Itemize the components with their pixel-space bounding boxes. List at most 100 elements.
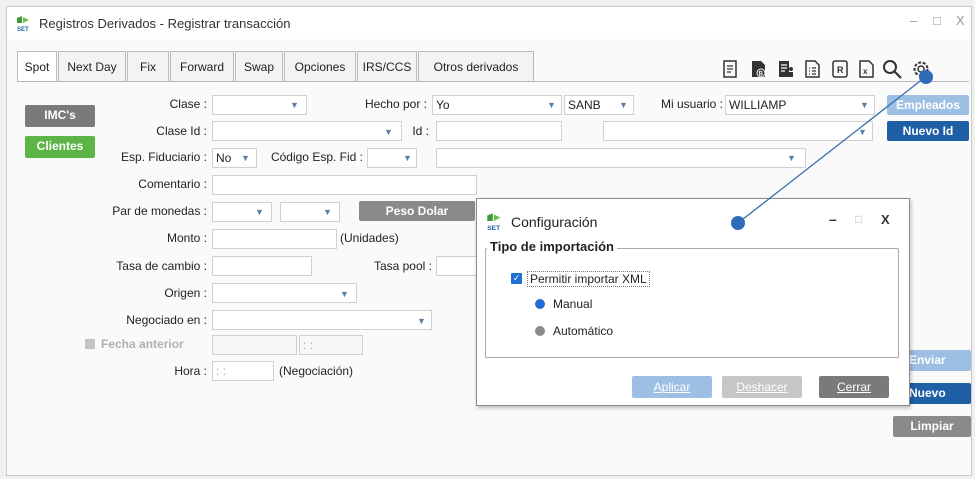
empleados-button[interactable]: Empleados [887, 95, 969, 115]
peso-dolar-button[interactable]: Peso Dolar [359, 201, 475, 221]
id-input[interactable] [436, 121, 562, 141]
group-title: Tipo de importación [487, 239, 617, 254]
aplicar-button[interactable]: Aplicar [632, 376, 712, 398]
nuevo-button[interactable]: Nuevo [905, 383, 971, 404]
fecha-anterior-time-input[interactable]: : : [299, 335, 363, 355]
monto-input[interactable] [212, 229, 337, 249]
tipo-importacion-group [485, 248, 899, 358]
document-edit-icon[interactable] [722, 59, 740, 79]
title-bar: SET Registros Derivados - Registrar tran… [7, 7, 971, 39]
imcs-button[interactable]: IMC's [25, 105, 95, 127]
clase-id-label: Clase Id : [156, 124, 207, 138]
tab-label: Otros derivados [433, 60, 519, 74]
svg-text:R: R [837, 65, 844, 75]
origen-select[interactable] [212, 283, 357, 303]
fecha-anterior-date-input[interactable] [212, 335, 297, 355]
deshacer-button[interactable]: Deshacer [722, 376, 802, 398]
svg-text:x: x [863, 67, 868, 76]
svg-text:B: B [759, 72, 764, 78]
clase-id-select[interactable] [212, 121, 402, 141]
esp-fid-description-select[interactable] [436, 148, 806, 168]
esp-fiduciario-label: Esp. Fiduciario : [120, 150, 207, 164]
tab-label: Spot [24, 60, 50, 74]
radio-automatico-label: Automático [553, 324, 614, 338]
id-description-select[interactable] [603, 121, 873, 141]
tab-fix[interactable]: Fix [127, 51, 169, 81]
tab-label: Opciones [294, 60, 346, 74]
chevron-down-icon: ▼ [619, 100, 628, 110]
tasa-cambio-label: Tasa de cambio : [116, 259, 207, 273]
app-logo-icon: SET [487, 213, 501, 231]
chevron-down-icon: ▼ [241, 153, 250, 163]
clientes-button[interactable]: Clientes [25, 136, 95, 158]
radio-manual-label: Manual [553, 297, 593, 311]
tab-next-day[interactable]: Next Day [58, 51, 126, 81]
tab-forward[interactable]: Forward [170, 51, 234, 81]
monto-label: Monto : [166, 231, 207, 245]
negociado-en-label: Negociado en : [126, 313, 207, 327]
tab-swap[interactable]: Swap [235, 51, 283, 81]
search-icon[interactable] [881, 59, 905, 79]
fecha-anterior-checkbox[interactable] [85, 339, 95, 349]
tab-label: Next Day [67, 60, 117, 74]
maximize-button[interactable]: □ [933, 13, 941, 28]
dialog-maximize-button[interactable]: □ [855, 212, 862, 226]
hecho-por-select[interactable]: Yo [432, 95, 562, 115]
chevron-down-icon: ▼ [255, 207, 264, 217]
dialog-title: Configuración [511, 214, 598, 230]
negociacion-label: (Negociación) [279, 364, 354, 378]
document-b-icon[interactable]: B [750, 59, 768, 79]
negociado-en-select[interactable] [212, 310, 432, 330]
hora-input[interactable]: : : [212, 361, 274, 381]
document-r-icon[interactable]: R [831, 59, 849, 79]
chevron-down-icon: ▼ [417, 316, 426, 326]
clase-label: Clase : [169, 97, 207, 111]
tasa-cambio-input[interactable] [212, 256, 312, 276]
nuevo-id-button[interactable]: Nuevo Id [887, 121, 969, 141]
document-person-icon[interactable] [777, 59, 795, 79]
chevron-down-icon: ▼ [403, 153, 412, 163]
tab-otros-derivados[interactable]: Otros derivados [418, 51, 534, 81]
svg-text:SET: SET [487, 225, 500, 231]
radio-manual[interactable] [535, 299, 545, 309]
mi-usuario-label: Mi usuario : [660, 97, 723, 111]
chevron-down-icon: ▼ [384, 127, 393, 137]
dialog-minimize-button[interactable]: – [829, 211, 837, 227]
permitir-xml-label: Permitir importar XML [527, 271, 650, 287]
chevron-down-icon: ▼ [340, 289, 349, 299]
configuracion-dialog: SET Configuración – □ X Tipo de importac… [476, 198, 910, 406]
chevron-down-icon: ▼ [290, 100, 299, 110]
tab-opciones[interactable]: Opciones [284, 51, 356, 81]
chevron-down-icon: ▼ [323, 207, 332, 217]
comentario-label: Comentario : [138, 177, 207, 191]
cerrar-button[interactable]: Cerrar [819, 376, 889, 398]
dialog-close-button[interactable]: X [881, 212, 890, 227]
tab-spot[interactable]: Spot [17, 51, 57, 82]
chevron-down-icon: ▼ [787, 153, 796, 163]
id-label: Id : [412, 124, 429, 138]
tasa-pool-label: Tasa pool : [373, 259, 432, 273]
enviar-button[interactable]: Enviar [905, 350, 971, 371]
tab-label: IRS/CCS [362, 60, 412, 74]
chevron-down-icon: ▼ [860, 100, 869, 110]
limpiar-button[interactable]: Limpiar [893, 416, 971, 437]
origen-label: Origen : [164, 286, 207, 300]
window-title: Registros Derivados - Registrar transacc… [39, 16, 291, 31]
unidades-label: (Unidades) [340, 231, 399, 245]
gear-icon[interactable] [910, 59, 932, 79]
permitir-xml-checkbox[interactable]: ✓ [511, 273, 522, 284]
radio-automatico[interactable] [535, 326, 545, 336]
close-button[interactable]: X [956, 13, 965, 28]
minimize-button[interactable]: – [910, 13, 917, 28]
tab-irs-ccs[interactable]: IRS/CCS [357, 51, 417, 81]
fecha-anterior-label: Fecha anterior [101, 337, 184, 351]
esp-fiduciario-select[interactable]: No [212, 148, 257, 168]
app-logo-icon: SET [17, 16, 29, 32]
chevron-down-icon: ▼ [858, 127, 867, 137]
par-monedas-label: Par de monedas : [112, 204, 207, 218]
tab-label: Swap [243, 60, 275, 74]
document-list-icon[interactable] [804, 59, 822, 79]
comentario-input[interactable] [212, 175, 477, 195]
document-x-icon[interactable]: x [858, 59, 876, 79]
mi-usuario-select[interactable]: WILLIAMP [725, 95, 875, 115]
